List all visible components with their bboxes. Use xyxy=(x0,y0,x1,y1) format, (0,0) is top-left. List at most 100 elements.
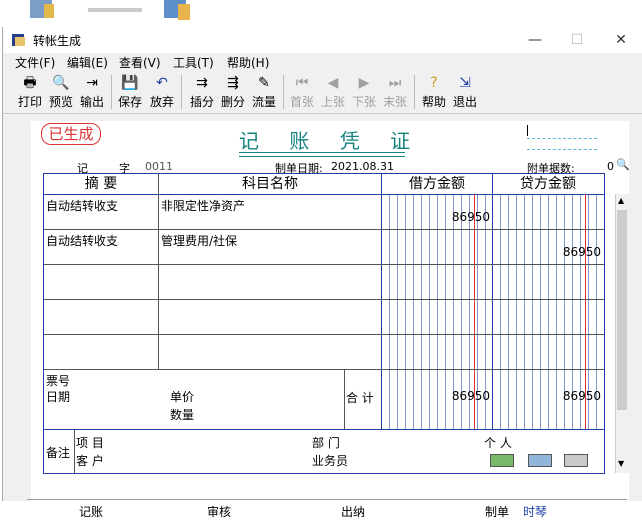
exit-door-icon: ⇲ xyxy=(459,75,471,91)
total-credit: 86950 xyxy=(562,389,601,403)
toolbar-separator xyxy=(181,75,182,109)
question-icon: ? xyxy=(430,75,438,91)
bookkeeper-label: 记账 xyxy=(79,505,104,519)
vertical-scrollbar[interactable]: ▲ ▼ xyxy=(615,194,629,473)
remark-divider xyxy=(74,430,75,473)
insert-line-button[interactable]: ⇉ 插分 xyxy=(187,73,217,111)
row-divider xyxy=(44,334,604,335)
dashed-line xyxy=(527,138,597,139)
person-label: 个 人 xyxy=(484,436,512,450)
toolbar: 🖶 打印 🔍 预览 ⇥ 输出 💾 保存 ↶ 放弃 ⇉ 插分 ⇶ 删分 ✎ 流量 … xyxy=(3,71,642,114)
department-label: 部 门 xyxy=(312,436,340,450)
window-title: 转帐生成 xyxy=(33,34,82,48)
search-icon[interactable]: 🔍 xyxy=(616,158,630,171)
insert-line-icon: ⇉ xyxy=(196,75,208,91)
scroll-thumb[interactable] xyxy=(617,210,627,410)
row2-credit[interactable]: 86950 xyxy=(495,245,601,259)
row-divider xyxy=(44,369,604,370)
window-bottom-edge xyxy=(27,499,627,500)
scroll-down-arrow[interactable]: ▼ xyxy=(618,459,624,468)
row2-summary[interactable]: 自动结转收支 xyxy=(46,232,118,249)
lookup-icon[interactable] xyxy=(528,454,552,467)
header-credit: 贷方金额 xyxy=(520,176,576,192)
prev-icon: ◀ xyxy=(327,75,339,91)
desktop-app-icon[interactable] xyxy=(26,0,60,24)
voucher-number-field[interactable]: 0011 xyxy=(145,160,173,173)
attachments-field[interactable]: 0 xyxy=(607,160,614,173)
desktop-strip xyxy=(0,0,642,27)
export-button[interactable]: ⇥ 输出 xyxy=(77,73,107,111)
prev-voucher-button[interactable]: ◀ 上张 xyxy=(318,73,348,111)
voucher-window: 转帐生成 — ☐ ✕ 文件(F) 编辑(E) 查看(V) 工具(T) 帮助(H)… xyxy=(2,27,642,519)
undo-icon: ↶ xyxy=(156,75,168,91)
col-divider xyxy=(158,174,159,369)
next-voucher-button[interactable]: ▶ 下张 xyxy=(349,73,379,111)
detail-icon[interactable] xyxy=(564,454,588,467)
last-voucher-button[interactable]: ⏭ 末张 xyxy=(380,73,410,111)
reviewer-label: 审核 xyxy=(207,505,232,519)
row-divider xyxy=(44,229,604,230)
minimize-button[interactable]: — xyxy=(525,31,545,49)
maximize-button[interactable]: ☐ xyxy=(567,31,587,49)
preview-button[interactable]: 🔍 预览 xyxy=(46,73,76,111)
save-button[interactable]: 💾 保存 xyxy=(115,73,145,111)
row-divider xyxy=(44,264,604,265)
total-debit: 86950 xyxy=(451,389,490,403)
preview-icon: 🔍 xyxy=(52,75,70,91)
first-voucher-button[interactable]: ⏮ 首张 xyxy=(287,73,317,111)
voucher-paper: 已生成 记 账 凭 证 记 字 0011 制单日期: 2021.08.31 附单… xyxy=(31,121,630,519)
menu-view[interactable]: 查看(V) xyxy=(119,54,161,71)
toolbar-separator xyxy=(111,75,112,109)
header-account: 科目名称 xyxy=(242,176,298,192)
row1-account[interactable]: 非限定性净资产 xyxy=(161,197,245,214)
delete-line-icon: ⇶ xyxy=(227,75,239,91)
first-icon: ⏮ xyxy=(295,75,309,91)
top-right-cursor xyxy=(527,125,528,136)
last-icon: ⏭ xyxy=(388,75,402,91)
desktop-arrow xyxy=(88,8,142,12)
exit-button[interactable]: ⇲ 退出 xyxy=(450,73,480,111)
salesman-label: 业务员 xyxy=(312,454,349,468)
desktop-app-icon[interactable] xyxy=(160,0,194,24)
total-divider xyxy=(344,369,345,429)
next-icon: ▶ xyxy=(358,75,370,91)
cash-flow-icon: ✎ xyxy=(258,75,270,91)
row1-summary[interactable]: 自动结转收支 xyxy=(46,197,118,214)
menu-edit[interactable]: 编辑(E) xyxy=(67,54,108,71)
scroll-up-arrow[interactable]: ▲ xyxy=(618,196,624,205)
delete-line-button[interactable]: ⇶ 删分 xyxy=(218,73,248,111)
bill-date-label: 日期 xyxy=(46,390,71,404)
maker-name: 时琴 xyxy=(523,505,548,519)
project-label: 项 目 xyxy=(76,436,104,450)
title-underline xyxy=(239,152,405,157)
toolbar-separator xyxy=(414,75,415,109)
cash-flow-button[interactable]: ✎ 流量 xyxy=(249,73,279,111)
unit-price-label: 单价 xyxy=(170,390,195,404)
voucher-entry-table: 摘 要 科目名称 借方金额 贷方金额 自动结转收支 非限定性净资产 86950 … xyxy=(43,173,629,474)
printer-icon: 🖶 xyxy=(23,75,37,91)
discard-button[interactable]: ↶ 放弃 xyxy=(147,73,177,111)
row1-debit[interactable]: 86950 xyxy=(384,210,490,224)
row2-account[interactable]: 管理费用/社保 xyxy=(161,232,237,249)
save-icon: 💾 xyxy=(121,75,139,91)
voucher-date-field[interactable]: 2021.08.31 xyxy=(331,160,394,173)
close-button[interactable]: ✕ xyxy=(611,31,631,49)
menu-bar: 文件(F) 编辑(E) 查看(V) 工具(T) 帮助(H) xyxy=(3,53,642,71)
header-debit: 借方金额 xyxy=(409,176,465,192)
quantity-label: 数量 xyxy=(170,408,195,422)
card-icon[interactable] xyxy=(490,454,514,467)
title-bar: 转帐生成 — ☐ ✕ xyxy=(3,27,642,53)
bill-no-label: 票号 xyxy=(46,374,71,388)
voucher-title: 记 账 凭 证 xyxy=(239,129,423,153)
menu-help[interactable]: 帮助(H) xyxy=(227,54,269,71)
print-button[interactable]: 🖶 打印 xyxy=(15,73,45,111)
dashed-line xyxy=(527,149,597,150)
menu-file[interactable]: 文件(F) xyxy=(15,54,55,71)
help-button[interactable]: ? 帮助 xyxy=(419,73,449,111)
menu-tools[interactable]: 工具(T) xyxy=(173,54,214,71)
remark-label: 备注 xyxy=(46,446,71,460)
header-summary: 摘 要 xyxy=(84,176,118,192)
export-icon: ⇥ xyxy=(86,75,98,91)
window-app-icon xyxy=(11,32,27,48)
toolbar-separator xyxy=(283,75,284,109)
